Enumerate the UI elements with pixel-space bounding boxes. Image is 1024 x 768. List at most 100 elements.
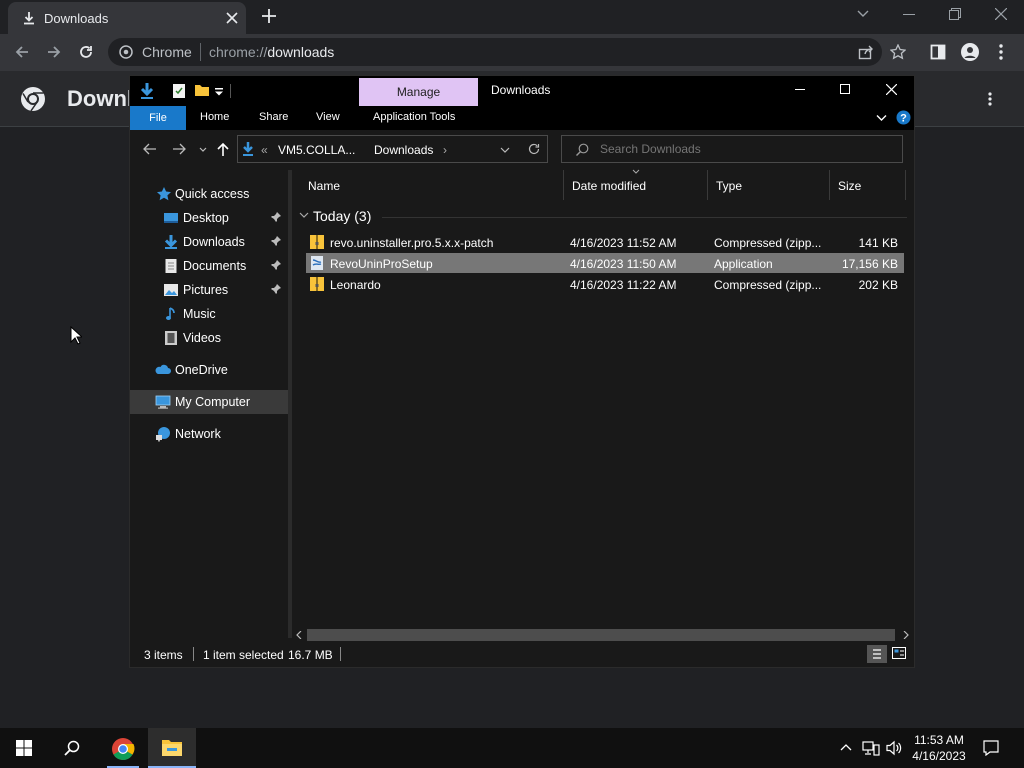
- file-size: 141 KB: [858, 236, 898, 250]
- explorer-forward-icon[interactable]: [172, 143, 186, 155]
- zip-folder-icon: [310, 276, 324, 292]
- explorer-search-box[interactable]: [561, 135, 903, 163]
- search-input[interactable]: [600, 142, 890, 156]
- forward-icon[interactable]: [46, 44, 62, 60]
- nav-downloads-label: Downloads: [183, 235, 245, 249]
- breadcrumb-overflow[interactable]: «: [261, 143, 268, 157]
- nav-my-computer[interactable]: My Computer: [130, 390, 288, 414]
- nav-pictures[interactable]: Pictures: [130, 278, 288, 302]
- downloads-menu-icon[interactable]: [988, 92, 992, 106]
- nav-documents[interactable]: Documents: [130, 254, 288, 278]
- scrollbar-thumb[interactable]: [307, 629, 895, 641]
- explorer-titlebar: Manage Downloads: [130, 76, 914, 106]
- explorer-minimize-icon[interactable]: [795, 89, 805, 91]
- nav-onedrive[interactable]: OneDrive: [130, 358, 288, 382]
- ribbon-tab-file[interactable]: File: [130, 106, 186, 130]
- ribbon-tab-home[interactable]: Home: [200, 111, 229, 123]
- taskbar-file-explorer-button[interactable]: [148, 728, 196, 768]
- ribbon-tab-share[interactable]: Share: [259, 111, 288, 123]
- column-header-type[interactable]: Type: [708, 170, 830, 200]
- network-tray-icon[interactable]: [862, 740, 880, 756]
- nav-videos-label: Videos: [183, 331, 221, 345]
- address-history-dropdown-icon[interactable]: [500, 147, 510, 153]
- back-icon[interactable]: [14, 44, 30, 60]
- close-window-icon[interactable]: [995, 8, 1007, 20]
- search-icon: [576, 143, 589, 156]
- help-icon[interactable]: ?: [896, 110, 911, 125]
- nav-downloads[interactable]: Downloads: [130, 230, 288, 254]
- documents-icon: [163, 258, 179, 274]
- explorer-close-icon[interactable]: [886, 84, 897, 95]
- column-header-name[interactable]: Name: [300, 170, 564, 200]
- quick-access-toolbar-dropdown-icon[interactable]: [215, 88, 223, 96]
- taskbar-chrome-button[interactable]: [99, 728, 147, 768]
- side-panel-icon[interactable]: [930, 44, 946, 60]
- address-downloads-icon: [242, 141, 254, 157]
- scroll-right-icon[interactable]: [903, 631, 909, 639]
- status-divider: [340, 647, 341, 661]
- file-row[interactable]: RevoUninProSetup 4/16/2023 11:50 AM Appl…: [306, 253, 904, 273]
- nav-quick-access[interactable]: Quick access: [130, 182, 288, 206]
- bookmark-star-icon[interactable]: [890, 44, 906, 60]
- notifications-icon[interactable]: [983, 740, 999, 756]
- manage-contextual-tab[interactable]: Manage: [359, 78, 478, 106]
- minimize-icon[interactable]: [903, 14, 915, 16]
- new-folder-icon[interactable]: [194, 83, 210, 97]
- volume-tray-icon[interactable]: [886, 740, 902, 756]
- large-icons-view-icon[interactable]: [891, 645, 907, 661]
- reload-icon[interactable]: [78, 44, 94, 60]
- nav-desktop[interactable]: Desktop: [130, 206, 288, 230]
- videos-icon: [163, 330, 179, 346]
- file-name: RevoUninProSetup: [330, 257, 433, 271]
- column-header-date-modified[interactable]: Date modified: [564, 169, 708, 200]
- group-collapse-chevron-icon[interactable]: [299, 212, 309, 218]
- nav-music[interactable]: Music: [130, 302, 288, 326]
- details-view-icon[interactable]: [867, 645, 887, 663]
- address-bar[interactable]: Chrome chrome://downloads: [108, 38, 882, 66]
- start-button[interactable]: [0, 728, 48, 768]
- breadcrumb-downloads[interactable]: Downloads: [374, 143, 433, 157]
- taskbar-clock[interactable]: 11:53 AM 4/16/2023: [904, 732, 974, 764]
- group-header-today[interactable]: Today (3): [313, 208, 371, 224]
- explorer-address-bar[interactable]: « VM5.COLLA... Downloads ›: [237, 135, 548, 163]
- url-host: downloads: [267, 44, 335, 60]
- tab-downloads[interactable]: Downloads: [8, 2, 246, 34]
- ribbon-expand-chevron-icon[interactable]: [876, 114, 887, 122]
- windows-logo-icon: [16, 740, 32, 756]
- scroll-left-icon[interactable]: [296, 631, 302, 639]
- sort-indicator-icon: [632, 169, 640, 174]
- restore-icon[interactable]: [949, 8, 961, 20]
- file-row[interactable]: revo.uninstaller.pro.5.x.x-patch 4/16/20…: [306, 232, 904, 252]
- pin-icon: [271, 284, 281, 294]
- profile-avatar-icon[interactable]: [961, 43, 979, 61]
- file-row[interactable]: Leonardo 4/16/2023 11:22 AM Compressed (…: [306, 274, 904, 294]
- onedrive-cloud-icon: [155, 362, 171, 378]
- column-header-name-label: Name: [308, 179, 341, 193]
- chrome-menu-icon[interactable]: [999, 44, 1003, 60]
- recent-locations-icon[interactable]: [199, 147, 207, 152]
- file-type: Compressed (zipp...: [714, 236, 822, 250]
- properties-icon[interactable]: [172, 83, 186, 99]
- column-header-date-label: Date modified: [572, 179, 647, 193]
- ribbon-tab-application-tools[interactable]: Application Tools: [373, 111, 455, 123]
- tab-search-icon[interactable]: [857, 9, 869, 19]
- show-hidden-icons-chevron-icon[interactable]: [840, 743, 852, 751]
- clock-time: 11:53 AM: [914, 733, 964, 747]
- downloads-arrow-icon: [163, 234, 179, 250]
- nav-network[interactable]: Network: [130, 422, 288, 446]
- close-tab-icon[interactable]: [226, 12, 238, 24]
- nav-videos[interactable]: Videos: [130, 326, 288, 350]
- nav-network-label: Network: [175, 427, 221, 441]
- breadcrumb-chevron[interactable]: ›: [443, 143, 447, 157]
- taskbar-search-button[interactable]: [48, 728, 96, 768]
- explorer-maximize-icon[interactable]: [840, 84, 850, 94]
- ribbon-tab-view[interactable]: View: [316, 111, 340, 123]
- refresh-icon[interactable]: [528, 143, 540, 155]
- column-header-size[interactable]: Size: [830, 170, 906, 200]
- file-size: 17,156 KB: [841, 257, 898, 271]
- share-icon[interactable]: [858, 44, 874, 60]
- breadcrumb-vm5[interactable]: VM5.COLLA...: [278, 143, 355, 157]
- explorer-back-icon[interactable]: [143, 143, 157, 155]
- new-tab-icon[interactable]: [262, 9, 276, 23]
- up-folder-icon[interactable]: [217, 142, 229, 156]
